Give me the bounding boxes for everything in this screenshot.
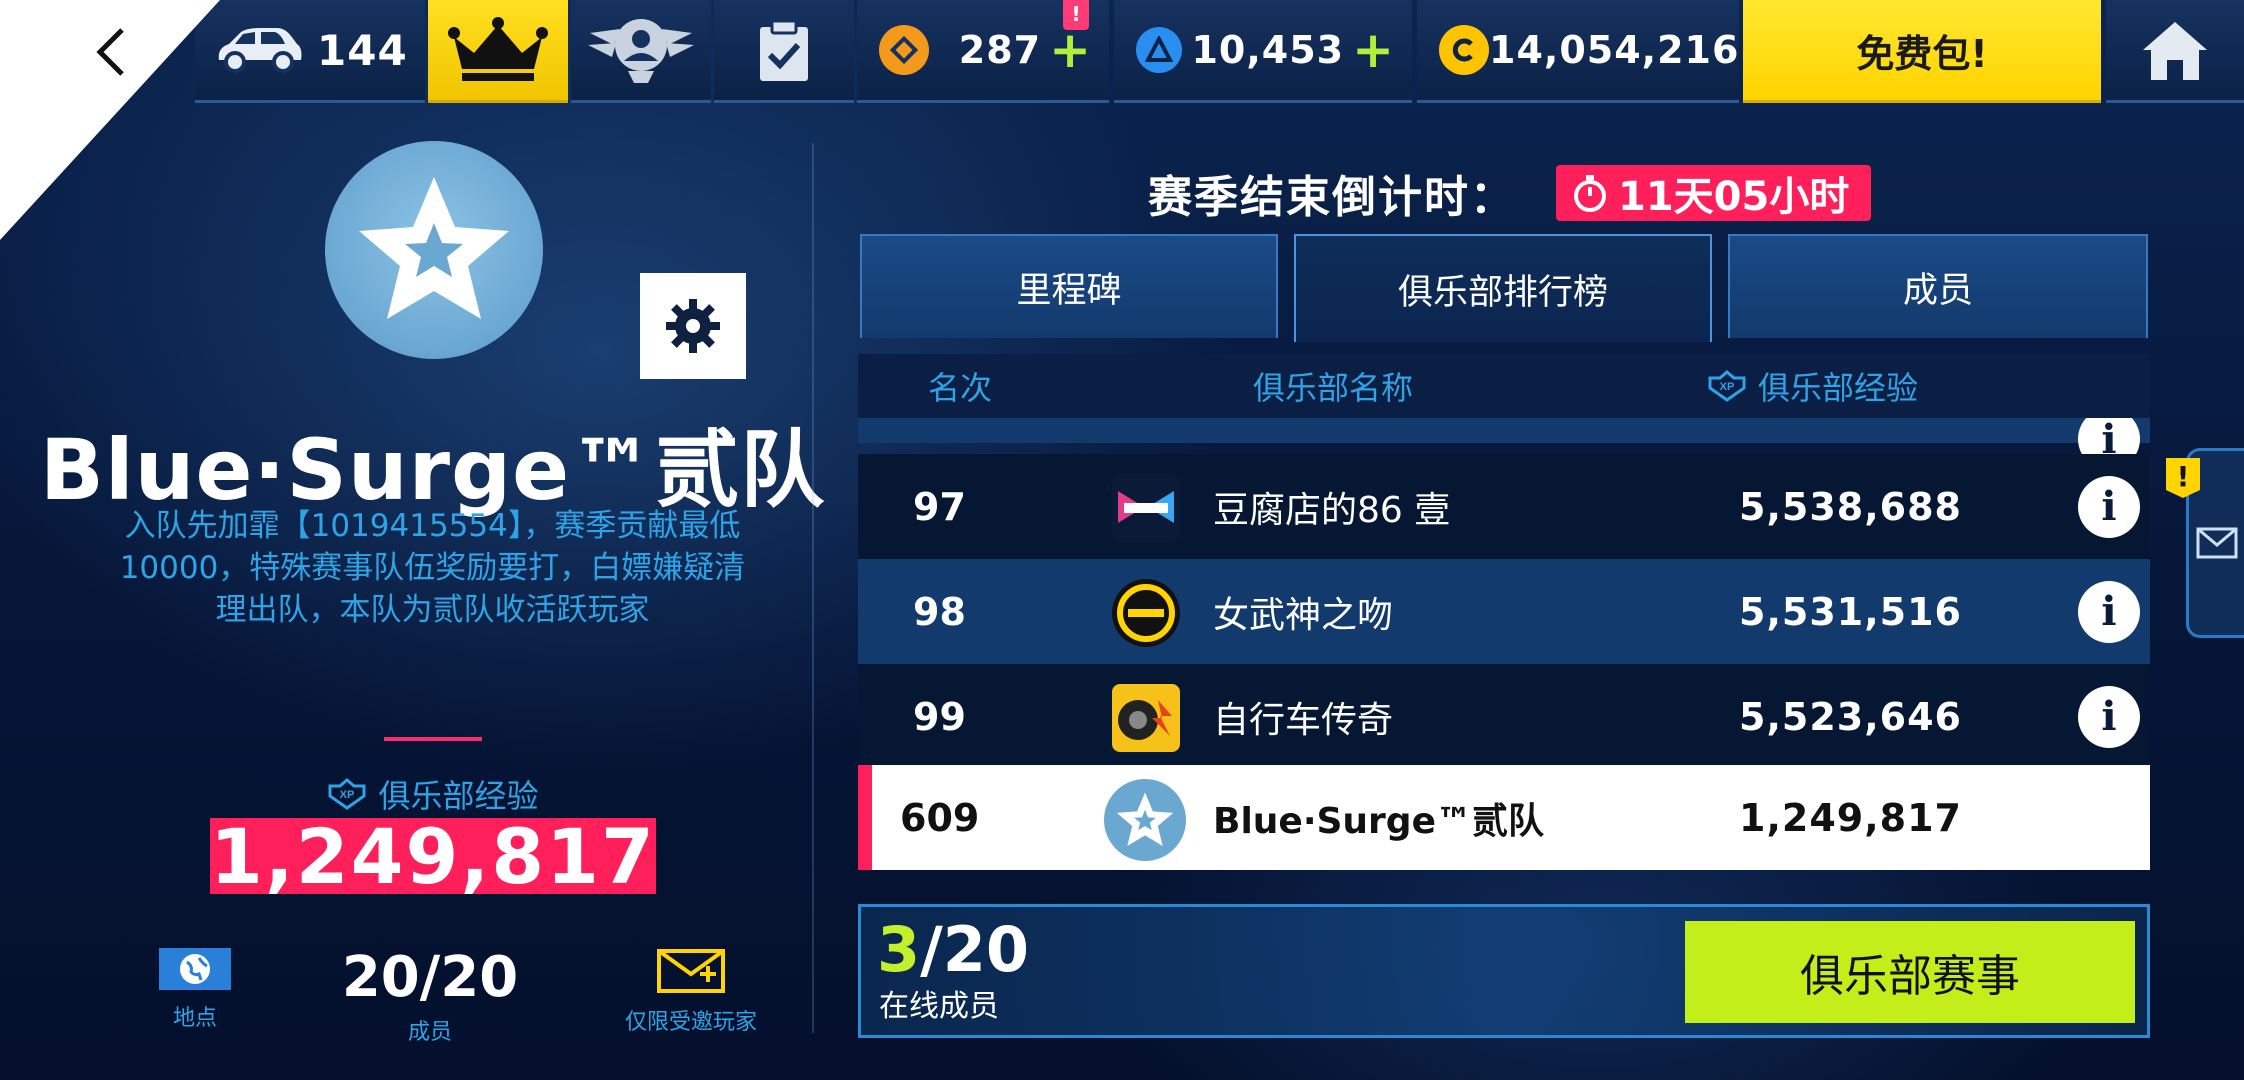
club-logo-icon [1112, 684, 1180, 752]
envelope-plus-icon [657, 949, 725, 993]
leaderboard-list[interactable]: i 97 豆腐店的86 壹 5,538,688 i 98 女武神之吻 5,531… [858, 418, 2150, 870]
row-club-xp: 5,531,516 [1739, 589, 1962, 634]
row-rank: 609 [900, 795, 980, 840]
row-rank: 97 [913, 484, 966, 529]
free-pack-label: 免费包! [1856, 31, 1988, 76]
back-arrow-icon [96, 28, 124, 76]
credits-counter[interactable]: 14,054,216 + [1417, 0, 1789, 103]
online-label: 在线成员 [879, 989, 999, 1024]
crown-button[interactable] [428, 0, 568, 103]
stopwatch-icon [1574, 175, 1606, 212]
members-stat: 20/20 成员 [330, 948, 530, 1046]
globe-icon [159, 948, 231, 990]
xp-icon: XP [328, 778, 366, 810]
club-xp-value: 1,249,817 [210, 812, 656, 901]
table-row[interactable]: i [858, 418, 2150, 470]
header-club-xp-label: 俱乐部经验 [1758, 369, 1919, 407]
online-members-bar: 3/20 在线成员 俱乐部赛事 [858, 904, 2150, 1038]
top-bar: 144 287 + ! 10,453 + 14,054,216 免费包! [0, 0, 2244, 103]
tab-milestones[interactable]: 里程碑 [860, 234, 1278, 338]
token-icon [879, 25, 929, 75]
home-button[interactable] [2106, 0, 2244, 103]
row-club-name: 女武神之吻 [1213, 594, 1394, 636]
panel-divider [812, 143, 814, 1033]
season-countdown: 赛季结束倒计时： 11天05小时 [1148, 165, 1872, 223]
garage-counter[interactable]: 144 [195, 0, 425, 103]
online-current: 3 [877, 913, 921, 986]
tab-members[interactable]: 成员 [1728, 234, 2148, 338]
home-icon [2143, 22, 2207, 80]
info-icon[interactable]: i [2078, 580, 2140, 643]
row-club-name: Blue·Surge™贰队 [1213, 800, 1544, 842]
invite-only-stat[interactable]: 仅限受邀玩家 [596, 948, 786, 1036]
countdown-label: 赛季结束倒计时： [1148, 172, 1516, 223]
profile-badge-button[interactable] [571, 0, 711, 103]
table-row[interactable]: 98 女武神之吻 5,531,516 i [858, 559, 2150, 664]
header-club-name: 俱乐部名称 [1253, 369, 1414, 407]
row-club-xp: 1,249,817 [1739, 795, 1962, 840]
table-row[interactable]: 97 豆腐店的86 壹 5,538,688 i [858, 454, 2150, 559]
own-club-row[interactable]: 609 Blue·Surge™贰队 1,249,817 [858, 765, 2150, 870]
tab-club-leaderboard[interactable]: 俱乐部排行榜 [1294, 234, 1712, 342]
header-club-xp: XP 俱乐部经验 [1706, 363, 1918, 409]
online-total: /20 [920, 913, 1030, 986]
blueprints-value: 10,453 [1191, 28, 1345, 72]
club-event-button[interactable]: 俱乐部赛事 [1685, 921, 2135, 1023]
tokens-alert-badge: ! [1063, 0, 1089, 30]
row-rank: 98 [913, 589, 966, 634]
club-tabs: 里程碑 俱乐部排行榜 成员 [858, 234, 2150, 342]
members-caption: 成员 [407, 1020, 452, 1045]
add-tokens-button[interactable]: + [1049, 25, 1091, 75]
club-settings-button[interactable] [640, 273, 746, 379]
club-logo-icon [1112, 474, 1180, 542]
row-club-name: 豆腐店的86 壹 [1213, 489, 1451, 531]
info-icon[interactable]: i [2078, 475, 2140, 538]
star-emblem-icon [359, 177, 509, 319]
crown-icon [448, 17, 548, 81]
star-emblem-icon [1104, 779, 1186, 861]
club-description: 入队先加霏【1019415554】，赛季贡献最低10000，特殊赛事队伍奖励要打… [119, 508, 746, 628]
svg-text:XP: XP [1720, 381, 1735, 393]
clipboard-check-icon [760, 19, 808, 81]
add-blueprints-button[interactable]: + [1352, 25, 1394, 75]
row-club-xp: 5,538,688 [1739, 484, 1962, 529]
header-rank: 名次 [928, 369, 993, 407]
countdown-value: 11天05小时 [1618, 174, 1850, 220]
svg-text:XP: XP [340, 789, 355, 801]
row-club-xp: 5,523,646 [1739, 694, 1962, 739]
blueprints-counter[interactable]: 10,453 + [1114, 0, 1412, 103]
mail-alert-badge: ! [2166, 458, 2200, 498]
online-count: 3/20 [877, 917, 1029, 983]
mail-icon [2196, 527, 2237, 559]
back-button[interactable] [82, 22, 142, 82]
credits-value: 14,054,216 [1489, 28, 1740, 72]
countdown-timer: 11天05小时 [1556, 165, 1872, 221]
gear-icon [666, 299, 720, 353]
blueprint-icon [1136, 27, 1182, 73]
own-club-marker [858, 765, 872, 870]
credits-icon [1439, 25, 1489, 75]
tokens-value: 287 [958, 28, 1042, 72]
info-icon[interactable]: i [2078, 685, 2140, 748]
club-xp-label: 俱乐部经验 [378, 777, 539, 815]
club-info-panel: Blue·Surge™贰队 入队先加霏【1019415554】，赛季贡献最低10… [0, 103, 824, 1080]
members-count: 20/20 [341, 945, 519, 1010]
club-logo-icon [1112, 579, 1180, 647]
invite-only-caption: 仅限受邀玩家 [624, 1010, 757, 1035]
free-pack-button[interactable]: 免费包! [1743, 0, 2101, 103]
location-stat[interactable]: 地点 [150, 948, 240, 1032]
car-icon [218, 28, 302, 73]
divider [384, 737, 482, 741]
location-caption: 地点 [172, 1006, 217, 1031]
club-emblem [325, 141, 543, 359]
row-rank: 99 [913, 694, 966, 739]
cars-count: 144 [317, 25, 408, 75]
table-row[interactable]: 99 自行车传奇 5,523,646 i [858, 664, 2150, 769]
xp-icon: XP [1708, 370, 1746, 402]
club-xp-label-row: XP 俱乐部经验 [0, 771, 865, 817]
leaderboard-header: 名次 俱乐部名称 XP 俱乐部经验 [858, 354, 2150, 418]
badge-icon [588, 19, 694, 83]
row-club-name: 自行车传奇 [1213, 699, 1394, 741]
tasks-button[interactable] [714, 0, 854, 103]
